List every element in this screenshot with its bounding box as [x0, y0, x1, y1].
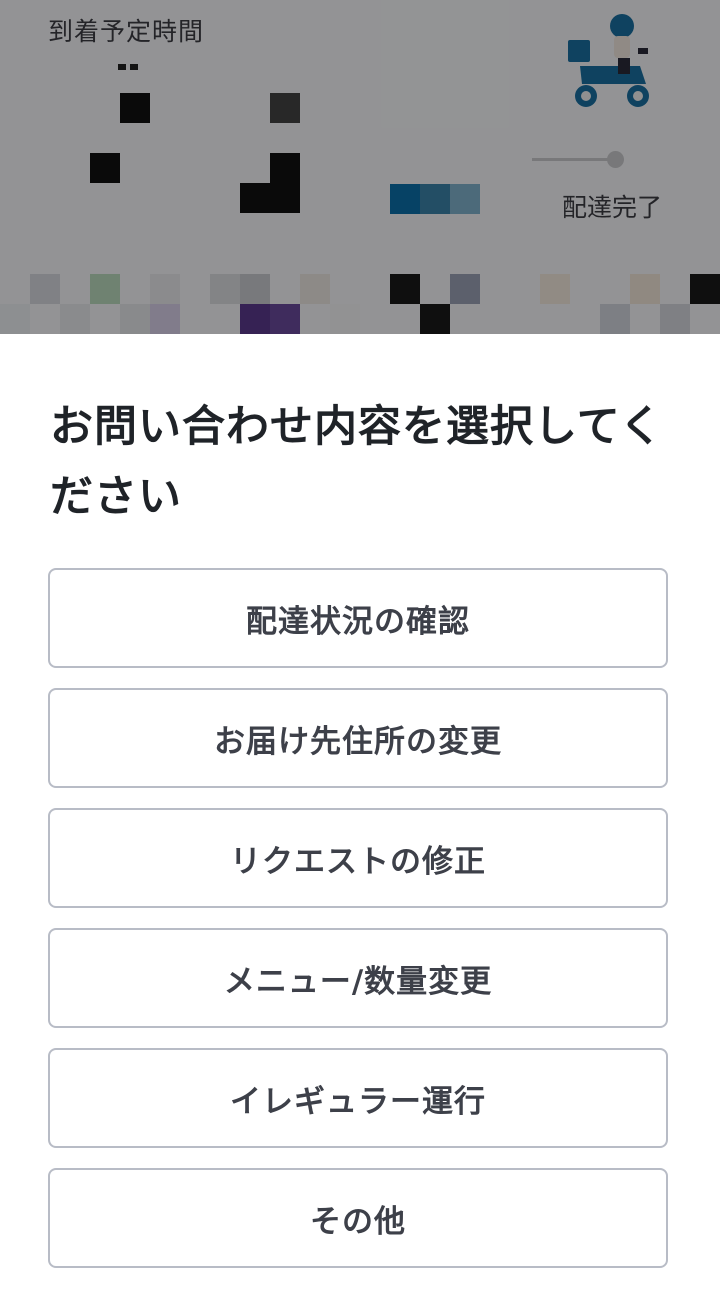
option-label: その他 [310, 1203, 406, 1240]
option-irregular-operation[interactable]: イレギュラー運行 [48, 1048, 668, 1148]
inquiry-bottom-sheet: お問い合わせ内容を選択してください 配達状況の確認 お届け先住所の変更 リクエス… [0, 334, 720, 1314]
option-label: メニュー/数量変更 [223, 963, 493, 1000]
option-label: イレギュラー運行 [230, 1083, 486, 1120]
option-change-address[interactable]: お届け先住所の変更 [48, 688, 668, 788]
option-menu-quantity-change[interactable]: メニュー/数量変更 [48, 928, 668, 1028]
option-label: お届け先住所の変更 [214, 723, 502, 760]
modal-scrim[interactable] [0, 0, 720, 334]
option-label: リクエストの修正 [230, 843, 486, 880]
option-label: 配達状況の確認 [246, 603, 470, 640]
option-modify-request[interactable]: リクエストの修正 [48, 808, 668, 908]
option-delivery-status[interactable]: 配達状況の確認 [48, 568, 668, 668]
option-other[interactable]: その他 [48, 1168, 668, 1268]
sheet-title: お問い合わせ内容を選択してください [50, 402, 664, 522]
